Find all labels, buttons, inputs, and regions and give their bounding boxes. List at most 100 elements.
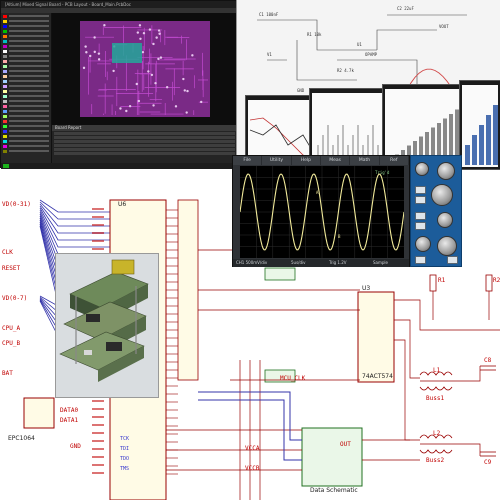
layer-color-swatch[interactable] [3, 74, 7, 78]
layer-row[interactable] [3, 49, 49, 53]
scope-knob-intensity[interactable] [437, 162, 455, 180]
layer-row[interactable] [3, 54, 49, 58]
layer-color-swatch[interactable] [3, 149, 7, 153]
pcb-layers-panel[interactable] [1, 13, 52, 163]
table-row[interactable] [54, 152, 235, 155]
pcb-editor-window[interactable]: [Altium] Mixed Signal Board - PCB Layout… [0, 0, 237, 169]
scope-btn-ch2[interactable] [415, 222, 426, 230]
pcb-report-table[interactable]: Board Report [52, 125, 237, 163]
layer-row[interactable] [3, 139, 49, 143]
scope-ch1-scale[interactable]: CH1 500mV/div [236, 259, 267, 267]
label-cpu-a: CPU_A [2, 325, 20, 332]
scope-control-panel[interactable] [410, 155, 462, 267]
layer-row[interactable] [3, 59, 49, 63]
layer-color-swatch[interactable] [3, 29, 7, 33]
layer-color-swatch[interactable] [3, 64, 7, 68]
layer-color-swatch[interactable] [3, 79, 7, 83]
layer-color-swatch[interactable] [3, 139, 7, 143]
oscilloscope-window[interactable]: File Utility Help Meas Math Ref A B Trig… [232, 155, 410, 267]
layer-row[interactable] [3, 109, 49, 113]
scope-menu-help[interactable]: Help [292, 156, 321, 165]
layer-row[interactable] [3, 134, 49, 138]
table-row[interactable] [54, 148, 235, 151]
layer-row[interactable] [3, 124, 49, 128]
scope-menu-ref[interactable]: Ref [380, 156, 409, 165]
scope-btn-auto[interactable] [415, 256, 426, 264]
scope-trigger-level[interactable]: Trig 1.2V [329, 259, 347, 267]
layer-row[interactable] [3, 44, 49, 48]
layer-row[interactable] [3, 119, 49, 123]
layer-row[interactable] [3, 79, 49, 83]
layer-row[interactable] [3, 114, 49, 118]
layer-row[interactable] [3, 144, 49, 148]
layer-color-swatch[interactable] [3, 19, 7, 23]
layer-color-swatch[interactable] [3, 129, 7, 133]
layer-row[interactable] [3, 64, 49, 68]
table-row[interactable] [54, 144, 235, 147]
scope-knob-trigger-level[interactable] [437, 236, 457, 256]
scope-trigger-status: Trig'd [375, 170, 390, 175]
layer-color-swatch[interactable] [3, 119, 7, 123]
layer-color-swatch[interactable] [3, 109, 7, 113]
resistor-r1 [429, 274, 437, 292]
layer-color-swatch[interactable] [3, 69, 7, 73]
layer-row[interactable] [3, 129, 49, 133]
layer-row[interactable] [3, 69, 49, 73]
layer-row[interactable] [3, 14, 49, 18]
bus-wire [39, 205, 110, 234]
scope-timebase[interactable]: 5us/div [291, 259, 306, 267]
layer-row[interactable] [3, 94, 49, 98]
scope-knob-horizontal[interactable] [431, 184, 453, 206]
layer-row[interactable] [3, 74, 49, 78]
scope-btn-single[interactable] [415, 196, 426, 204]
layer-color-swatch[interactable] [3, 89, 7, 93]
layer-color-swatch[interactable] [3, 34, 7, 38]
layer-color-swatch[interactable] [3, 124, 7, 128]
pcb-layout-canvas[interactable] [52, 13, 237, 125]
layer-color-swatch[interactable] [3, 24, 7, 28]
scope-menubar[interactable]: File Utility Help Meas Math Ref [233, 156, 409, 165]
table-row[interactable] [54, 132, 235, 135]
table-row[interactable] [54, 140, 235, 143]
layer-row[interactable] [3, 34, 49, 38]
layer-color-swatch[interactable] [3, 14, 7, 18]
layer-color-swatch[interactable] [3, 44, 7, 48]
layer-color-swatch[interactable] [3, 94, 7, 98]
layer-color-swatch[interactable] [3, 59, 7, 63]
layer-color-swatch[interactable] [3, 114, 7, 118]
scope-acq-mode[interactable]: Sample [373, 259, 388, 267]
layer-color-swatch[interactable] [3, 39, 7, 43]
layer-row[interactable] [3, 29, 49, 33]
scope-menu-math[interactable]: Math [350, 156, 380, 165]
table-row[interactable] [54, 136, 235, 139]
layer-color-swatch[interactable] [3, 84, 7, 88]
layer-row[interactable] [3, 99, 49, 103]
layer-color-swatch[interactable] [3, 144, 7, 148]
scope-knob-multipurpose[interactable] [415, 162, 429, 176]
layer-row[interactable] [3, 104, 49, 108]
layer-row[interactable] [3, 39, 49, 43]
simulation-window[interactable]: C1 100nF R1 10k U1 OPAMP V1 VOUT R2 4.7k… [236, 0, 500, 170]
scope-btn-menu[interactable] [447, 256, 458, 264]
layer-row[interactable] [3, 24, 49, 28]
layer-color-swatch[interactable] [3, 104, 7, 108]
layer-color-swatch[interactable] [3, 54, 7, 58]
layer-row[interactable] [3, 84, 49, 88]
layer-row[interactable] [3, 149, 49, 153]
sim-plot-panel-4[interactable] [459, 80, 500, 170]
scope-btn-ch1[interactable] [415, 212, 426, 220]
scope-display[interactable]: A B Trig'd [239, 166, 405, 258]
layer-name [9, 150, 49, 152]
layer-row[interactable] [3, 19, 49, 23]
scope-menu-file[interactable]: File [233, 156, 263, 165]
scope-knob-position[interactable] [415, 236, 431, 252]
scope-btn-run[interactable] [415, 186, 426, 194]
scope-knob-vertical[interactable] [437, 212, 453, 228]
layer-row[interactable] [3, 89, 49, 93]
scope-menu-utility[interactable]: Utility [262, 156, 292, 165]
layer-name [9, 115, 49, 117]
scope-menu-meas[interactable]: Meas [321, 156, 351, 165]
layer-color-swatch[interactable] [3, 134, 7, 138]
layer-color-swatch[interactable] [3, 99, 7, 103]
layer-color-swatch[interactable] [3, 49, 7, 53]
